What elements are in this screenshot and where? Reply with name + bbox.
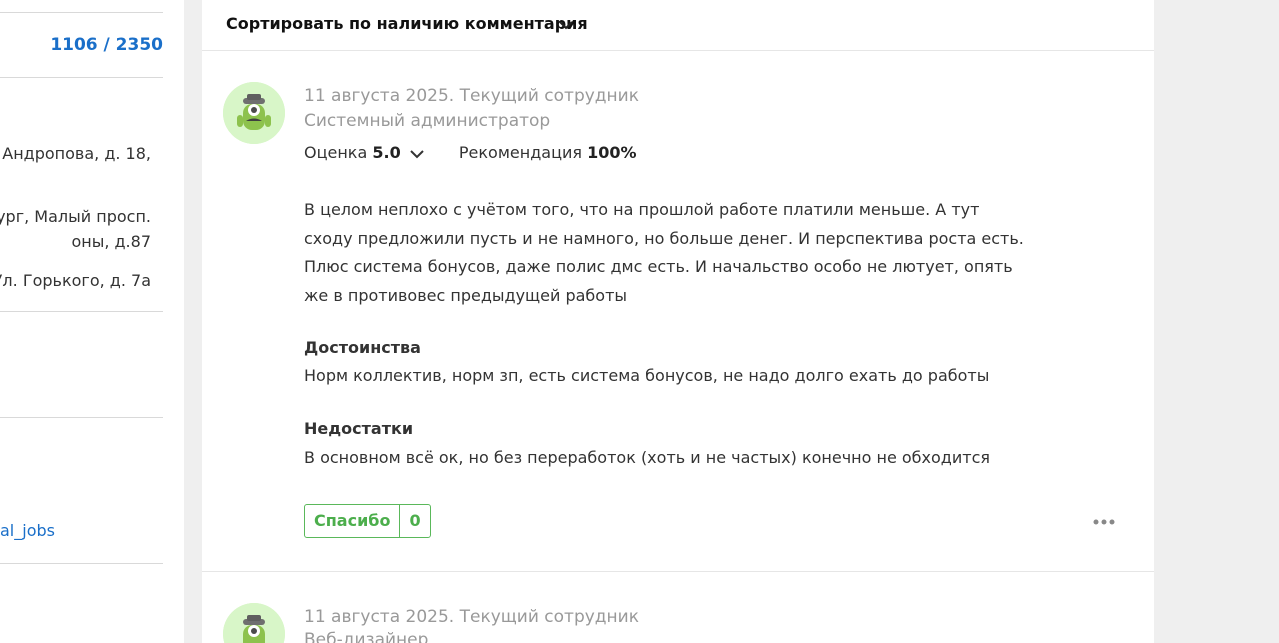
address-line: г, Ул. Горького, д. 7а: [0, 271, 151, 290]
left-sidebar: 1106 / 2350 Андропова, д. 18, бург, Малы…: [0, 0, 184, 643]
address-line: Андропова, д. 18,: [2, 144, 151, 163]
review-body: В целом неплохо с учётом того, что на пр…: [304, 200, 1024, 305]
pros-title: Достоинства: [304, 338, 421, 357]
sidebar-divider: [0, 77, 163, 78]
chevron-down-icon[interactable]: [410, 149, 424, 159]
more-dots-icon[interactable]: [1092, 516, 1116, 528]
sidebar-divider: [0, 417, 163, 418]
chevron-down-icon[interactable]: [558, 17, 574, 33]
sort-button[interactable]: Сортировать по наличию комментария: [226, 14, 588, 33]
sidebar-divider: [0, 12, 163, 13]
review-role: Веб-дизайнер: [304, 630, 429, 643]
avatar-icon: [223, 82, 285, 144]
office-address: Андропова, д. 18,: [0, 141, 151, 166]
review-date-status: 11 августа 2025. Текущий сотрудник: [304, 86, 639, 106]
thanks-label[interactable]: Спасибо: [305, 505, 401, 537]
recommend-label: Рекомендация: [458, 143, 582, 162]
jobs-link[interactable]: al_jobs: [0, 521, 55, 540]
sort-bar: Сортировать по наличию комментария: [202, 0, 1154, 51]
cons-text: В основном всё ок, но без переработок (х…: [304, 448, 991, 467]
office-address: бург, Малый просп. оны, д.87: [0, 204, 151, 254]
right-gutter: [1154, 0, 1279, 643]
pros-text: Норм коллектив, норм зп, есть система бо…: [304, 366, 990, 385]
cons-title: Недостатки: [304, 419, 414, 438]
sidebar-divider: [0, 311, 163, 312]
review-divider: [202, 571, 1154, 572]
left-gutter: [184, 0, 202, 643]
thanks-button[interactable]: Спасибо 0: [304, 504, 431, 538]
recommend-value: 100%: [587, 143, 637, 162]
review-date-status: 11 августа 2025. Текущий сотрудник: [304, 607, 639, 627]
address-line: бург, Малый просп.: [0, 207, 151, 226]
review-role: Системный администратор: [304, 111, 551, 131]
rating-label: Оценка: [304, 143, 368, 162]
office-address: г, Ул. Горького, д. 7а: [0, 268, 151, 293]
avatar-icon: [223, 603, 285, 643]
reviews-panel: Сортировать по наличию комментария 11 ав…: [202, 0, 1154, 643]
pagination-counter: 1106 / 2350: [50, 35, 163, 55]
rating-row: Оценка 5.0 Рекомендация 100%: [304, 143, 637, 162]
thanks-count: 0: [409, 511, 421, 530]
sidebar-divider: [0, 563, 163, 564]
rating-value[interactable]: 5.0: [372, 143, 400, 162]
address-line: оны, д.87: [71, 232, 151, 251]
